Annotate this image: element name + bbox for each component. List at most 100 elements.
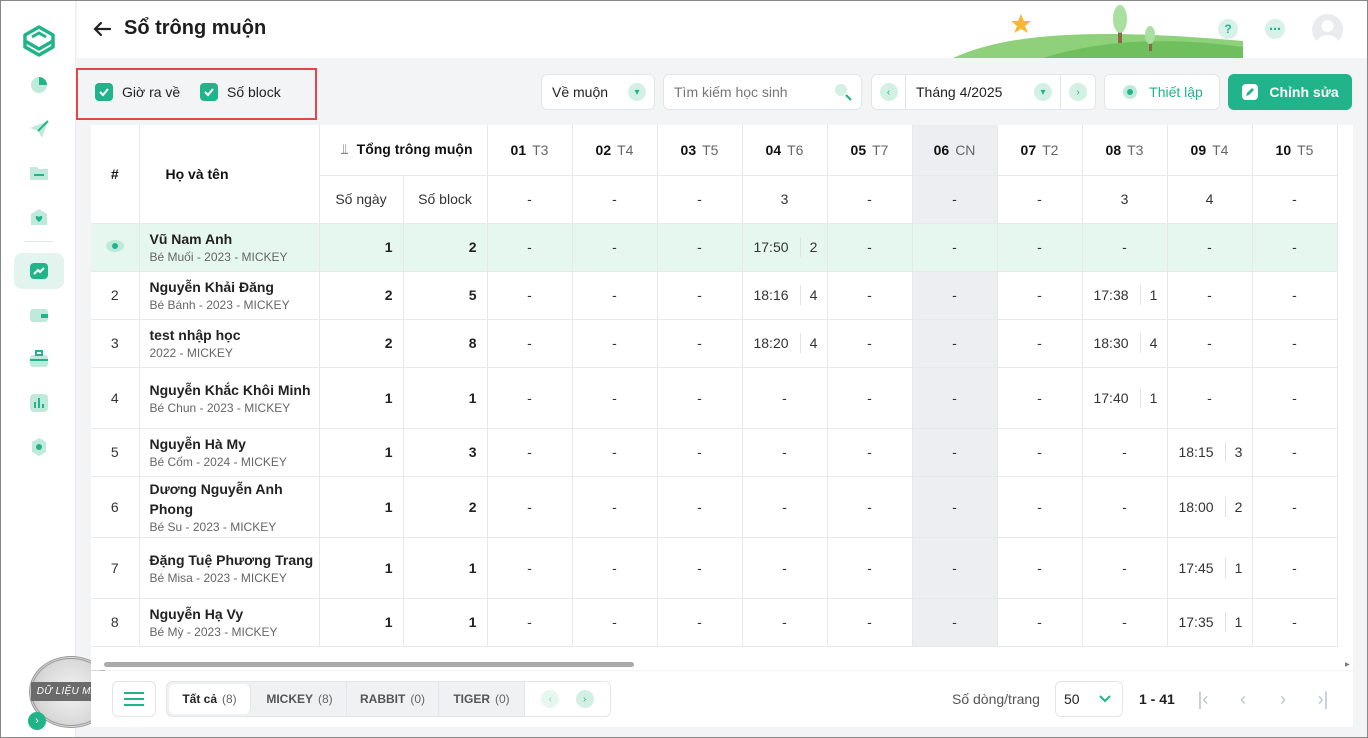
day-cell[interactable]: -	[657, 271, 743, 320]
day-cell[interactable]: -	[572, 476, 658, 538]
late-pickup-cell[interactable]: 17:35 1	[1167, 598, 1253, 647]
day-cell[interactable]: -	[572, 319, 658, 368]
late-pickup-cell[interactable]: 18:16 4	[742, 271, 828, 320]
nav-reports[interactable]	[14, 385, 64, 421]
scroll-right-arrow[interactable]: ▶	[1345, 661, 1351, 669]
late-pickup-cell[interactable]: 17:40 1	[1082, 367, 1168, 429]
nav-messages[interactable]	[14, 111, 64, 147]
late-pickup-cell[interactable]: 18:15 3	[1167, 428, 1253, 477]
day-cell[interactable]: -	[1167, 367, 1253, 429]
day-cell[interactable]: -	[912, 476, 998, 538]
chevron-left-icon[interactable]: ‹	[541, 690, 560, 708]
day-cell[interactable]: -	[657, 476, 743, 538]
student-name-cell[interactable]: Nguyễn Hạ Vy Bé Mỳ - 2023 - MICKEY	[139, 598, 320, 647]
day-cell[interactable]: -	[487, 476, 573, 538]
tab-mickey[interactable]: MICKEY (8)	[253, 682, 347, 716]
table-row[interactable]: 7 Đặng Tuệ Phương Trang Bé Misa - 2023 - M…	[91, 537, 1338, 599]
edit-button[interactable]: Chỉnh sửa	[1228, 74, 1352, 110]
day-cell[interactable]: -	[997, 271, 1083, 320]
day-cell[interactable]: -	[827, 598, 913, 647]
day-cell[interactable]: -	[912, 319, 998, 368]
back-arrow-icon[interactable]	[91, 18, 113, 40]
student-name-cell[interactable]: Đặng Tuệ Phương Trang Bé Misa - 2023 - MI…	[139, 537, 320, 599]
prev-page-icon[interactable]: ‹	[1233, 689, 1253, 709]
day-cell[interactable]: -	[997, 476, 1083, 538]
day-cell[interactable]: -	[1167, 223, 1253, 272]
late-pickup-cell[interactable]: 17:50 2	[742, 223, 828, 272]
tab-tiger[interactable]: TIGER (0)	[439, 682, 525, 716]
day-cell[interactable]: -	[1082, 537, 1168, 599]
app-logo-icon[interactable]	[21, 23, 57, 57]
more-options-icon[interactable]: ⋯	[1265, 19, 1285, 39]
expand-sidebar-button[interactable]: ›	[28, 712, 46, 730]
day-cell[interactable]: -	[1167, 271, 1253, 320]
day-cell[interactable]: -	[997, 367, 1083, 429]
user-avatar[interactable]	[1312, 14, 1343, 45]
day-cell[interactable]: -	[997, 223, 1083, 272]
day-cell[interactable]: -	[657, 598, 743, 647]
prev-month-button[interactable]: ‹	[872, 75, 906, 109]
nav-late-pickup[interactable]	[14, 253, 64, 289]
day-cell[interactable]: -	[827, 223, 913, 272]
day-cell[interactable]: -	[657, 367, 743, 429]
nav-settings[interactable]	[14, 429, 64, 465]
day-cell[interactable]: -	[1252, 271, 1338, 320]
day-cell[interactable]: -	[1082, 223, 1168, 272]
day-cell[interactable]: -	[1252, 367, 1338, 429]
nav-dashboard[interactable]	[14, 67, 64, 103]
day-cell[interactable]: -	[742, 598, 828, 647]
student-name-cell[interactable]: Dương Nguyễn Anh Phong Bé Su - 2023 - MIC…	[139, 476, 320, 538]
show-block-checkbox[interactable]: Số block	[200, 82, 281, 102]
day-cell[interactable]: -	[912, 367, 998, 429]
rows-per-page-select[interactable]: 50	[1055, 681, 1123, 717]
day-cell[interactable]: -	[912, 271, 998, 320]
day-cell[interactable]: -	[487, 223, 573, 272]
day-cell[interactable]: -	[657, 428, 743, 477]
late-pickup-cell[interactable]: 17:45 1	[1167, 537, 1253, 599]
row-index[interactable]	[91, 223, 140, 272]
month-select[interactable]: Tháng 4/2025 ▾	[906, 75, 1061, 109]
day-cell[interactable]: -	[572, 428, 658, 477]
day-cell[interactable]: -	[827, 537, 913, 599]
day-cell[interactable]: -	[742, 428, 828, 477]
day-cell[interactable]: -	[827, 476, 913, 538]
day-cell[interactable]: -	[1167, 319, 1253, 368]
day-cell[interactable]: -	[1082, 598, 1168, 647]
day-cell[interactable]: -	[742, 537, 828, 599]
last-page-icon[interactable]: ›|	[1313, 689, 1333, 709]
day-cell[interactable]: -	[487, 598, 573, 647]
day-cell[interactable]: -	[827, 271, 913, 320]
day-cell[interactable]: -	[912, 598, 998, 647]
day-cell[interactable]: -	[742, 476, 828, 538]
day-cell[interactable]: -	[1252, 537, 1338, 599]
day-cell[interactable]: -	[487, 319, 573, 368]
late-pickup-cell[interactable]: 18:00 2	[1167, 476, 1253, 538]
horizontal-scrollbar[interactable]	[104, 662, 634, 667]
student-name-cell[interactable]: Nguyễn Khải Đăng Bé Bánh - 2023 - MICKEY	[139, 271, 320, 320]
nav-wallet[interactable]	[14, 297, 64, 333]
student-name-cell[interactable]: test nhập học 2022 - MICKEY	[139, 319, 320, 368]
help-icon[interactable]: ?	[1218, 19, 1238, 39]
student-name-cell[interactable]: Vũ Nam Anh Bé Muối - 2023 - MICKEY	[139, 223, 320, 272]
day-cell[interactable]: -	[657, 537, 743, 599]
day-cell[interactable]: -	[827, 367, 913, 429]
day-cell[interactable]: -	[572, 598, 658, 647]
table-row[interactable]: Vũ Nam Anh Bé Muối - 2023 - MICKEY 1 2- - -17…	[91, 223, 1338, 272]
show-time-checkbox[interactable]: Giờ ra về	[95, 82, 180, 102]
day-cell[interactable]: -	[572, 367, 658, 429]
first-page-icon[interactable]: |‹	[1193, 689, 1213, 709]
student-name-cell[interactable]: Nguyễn Khắc Khôi Minh Bé Chun - 2023 - MI…	[139, 367, 320, 429]
student-name-cell[interactable]: Nguyễn Hà My Bé Cốm - 2024 - MICKEY	[139, 428, 320, 477]
late-pickup-cell[interactable]: 18:30 4	[1082, 319, 1168, 368]
day-cell[interactable]: -	[572, 537, 658, 599]
menu-toggle-button[interactable]	[112, 681, 156, 717]
table-row[interactable]: 5 Nguyễn Hà My Bé Cốm - 2024 - MICKEY 1 3- - -…	[91, 428, 1338, 477]
day-cell[interactable]: -	[1252, 319, 1338, 368]
day-cell[interactable]: -	[997, 428, 1083, 477]
mode-select[interactable]: Về muộn ▾	[541, 74, 655, 110]
next-month-button[interactable]: ›	[1061, 75, 1095, 109]
day-cell[interactable]: -	[1082, 476, 1168, 538]
tab-rabbit[interactable]: RABBIT (0)	[347, 682, 439, 716]
day-cell[interactable]: -	[997, 598, 1083, 647]
day-cell[interactable]: -	[1252, 598, 1338, 647]
